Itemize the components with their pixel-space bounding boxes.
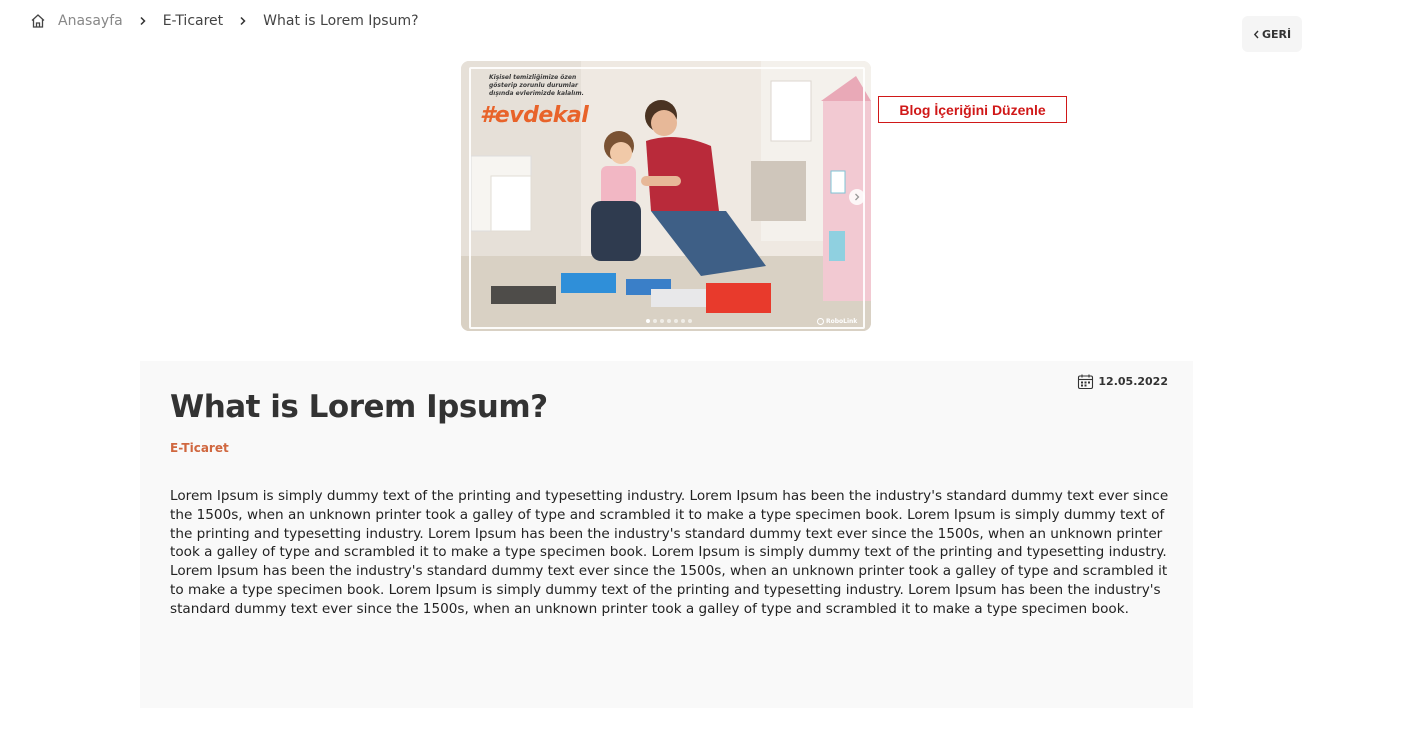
slide-dot[interactable] bbox=[688, 319, 692, 323]
chevron-left-icon bbox=[1253, 30, 1259, 38]
article-date-text: 12.05.2022 bbox=[1098, 375, 1168, 388]
next-slide-button[interactable] bbox=[849, 189, 865, 205]
hero-photo bbox=[461, 61, 871, 331]
slide-dot[interactable] bbox=[660, 319, 664, 323]
hero-brand-name: RoboLink bbox=[826, 318, 858, 325]
back-button-label: GERİ bbox=[1261, 27, 1292, 41]
article-category[interactable]: E-Ticaret bbox=[170, 441, 229, 455]
edit-blog-button[interactable]: Blog İçeriğini Düzenle bbox=[878, 96, 1067, 123]
breadcrumb: Anasayfa E-Ticaret What is Lorem Ipsum? bbox=[30, 11, 419, 31]
blog-hero-image: Kişisel temizliğimize özen gösterip zoru… bbox=[461, 61, 871, 331]
slide-dot[interactable] bbox=[646, 319, 650, 323]
slide-indicators bbox=[646, 319, 692, 323]
chevron-right-icon bbox=[140, 16, 146, 26]
article-title: What is Lorem Ipsum? bbox=[170, 389, 548, 425]
breadcrumb-current: What is Lorem Ipsum? bbox=[263, 13, 419, 29]
article-body: Lorem Ipsum is simply dummy text of the … bbox=[170, 488, 1169, 617]
hero-hashtag: #evdekal bbox=[480, 103, 589, 128]
hero-caption: Kişisel temizliğimize özen gösterip zoru… bbox=[489, 74, 584, 97]
chevron-right-icon bbox=[855, 193, 860, 201]
logo-mark-icon bbox=[817, 318, 824, 325]
article-card: 12.05.2022 What is Lorem Ipsum? E-Ticare… bbox=[140, 361, 1193, 708]
slide-dot[interactable] bbox=[674, 319, 678, 323]
slide-dot[interactable] bbox=[667, 319, 671, 323]
breadcrumb-category-link[interactable]: E-Ticaret bbox=[163, 13, 223, 29]
home-icon[interactable] bbox=[30, 13, 46, 29]
calendar-icon bbox=[1078, 374, 1094, 390]
hero-brand-logo: RoboLink bbox=[817, 318, 857, 325]
article-date: 12.05.2022 bbox=[1077, 373, 1168, 390]
slide-dot[interactable] bbox=[681, 319, 685, 323]
breadcrumb-home-link[interactable]: Anasayfa bbox=[58, 13, 123, 29]
chevron-right-icon bbox=[240, 16, 246, 26]
slide-dot[interactable] bbox=[653, 319, 657, 323]
back-button[interactable]: GERİ bbox=[1242, 16, 1302, 52]
